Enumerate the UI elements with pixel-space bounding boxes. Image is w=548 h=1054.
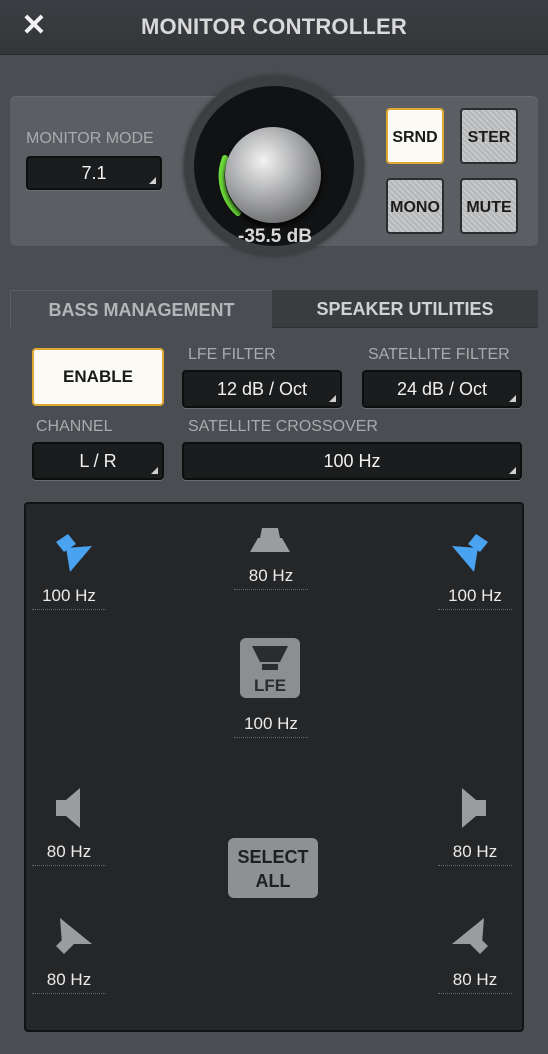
- tab-bass-management[interactable]: BASS MANAGEMENT: [10, 290, 272, 328]
- rear-right-frequency[interactable]: 80 Hz: [438, 970, 512, 994]
- side-right-frequency[interactable]: 80 Hz: [438, 842, 512, 866]
- rear-left-speaker-icon[interactable]: [52, 914, 96, 956]
- rear-right-speaker-icon[interactable]: [448, 914, 492, 956]
- select-all-button[interactable]: SELECT ALL: [228, 838, 318, 898]
- ster-button[interactable]: STER: [460, 108, 518, 164]
- lfe-frequency[interactable]: 100 Hz: [234, 714, 308, 738]
- front-left-frequency[interactable]: 100 Hz: [32, 586, 106, 610]
- dropdown-arrow-icon: [509, 395, 516, 402]
- satellite-filter-value: 24 dB / Oct: [396, 379, 488, 399]
- front-left-speaker-icon[interactable]: [52, 532, 96, 574]
- side-left-speaker-icon[interactable]: [52, 786, 84, 830]
- mono-button[interactable]: MONO: [386, 178, 444, 234]
- monitor-mode-dropdown[interactable]: 7.1: [26, 156, 162, 190]
- dropdown-arrow-icon: [329, 395, 336, 402]
- satellite-crossover-label: SATELLITE CROSSOVER: [188, 418, 378, 435]
- front-right-speaker-icon[interactable]: [448, 532, 492, 574]
- satellite-filter-label: SATELLITE FILTER: [368, 346, 510, 363]
- dropdown-arrow-icon: [149, 177, 156, 184]
- lfe-filter-dropdown[interactable]: 12 dB / Oct: [182, 370, 342, 408]
- dropdown-arrow-icon: [509, 467, 516, 474]
- center-frequency[interactable]: 80 Hz: [234, 566, 308, 590]
- side-right-speaker-icon[interactable]: [458, 786, 490, 830]
- mute-button[interactable]: MUTE: [460, 178, 518, 234]
- tab-bar: BASS MANAGEMENT SPEAKER UTILITIES: [10, 290, 538, 328]
- tab-speaker-utilities[interactable]: SPEAKER UTILITIES: [272, 290, 538, 328]
- channel-label: CHANNEL: [36, 418, 113, 435]
- monitor-mode-label: MONITOR MODE: [26, 130, 154, 147]
- dropdown-arrow-icon: [151, 467, 158, 474]
- title-bar: ✕ MONITOR CONTROLLER: [0, 0, 548, 55]
- satellite-crossover-value: 100 Hz: [323, 451, 381, 471]
- channel-value: L / R: [79, 451, 117, 471]
- window-title: MONITOR CONTROLLER: [141, 14, 407, 39]
- satellite-crossover-dropdown[interactable]: 100 Hz: [182, 442, 522, 480]
- volume-value: -35.5 dB: [238, 226, 312, 247]
- lfe-filter-label: LFE FILTER: [188, 346, 276, 363]
- lfe-icon-label: LFE: [253, 676, 287, 695]
- satellite-filter-dropdown[interactable]: 24 dB / Oct: [362, 370, 522, 408]
- volume-knob[interactable]: [225, 127, 321, 223]
- lfe-filter-value: 12 dB / Oct: [216, 379, 308, 399]
- front-right-frequency[interactable]: 100 Hz: [438, 586, 512, 610]
- enable-button[interactable]: ENABLE: [32, 348, 164, 406]
- srnd-button[interactable]: SRND: [386, 108, 444, 164]
- center-speaker-icon[interactable]: [246, 526, 294, 556]
- channel-dropdown[interactable]: L / R: [32, 442, 164, 480]
- side-left-frequency[interactable]: 80 Hz: [32, 842, 106, 866]
- monitor-mode-value: 7.1: [81, 163, 107, 183]
- rear-left-frequency[interactable]: 80 Hz: [32, 970, 106, 994]
